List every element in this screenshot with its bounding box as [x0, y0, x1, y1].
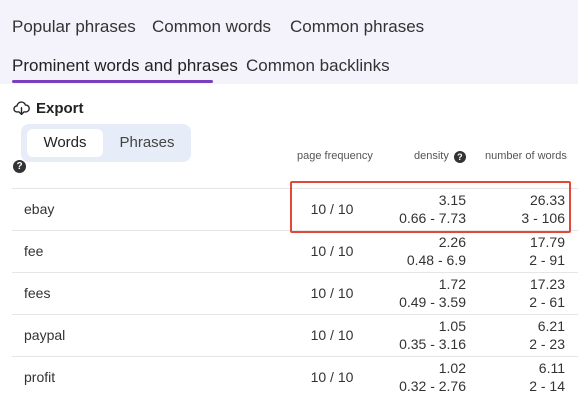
density-help-icon[interactable]: ?: [453, 151, 466, 163]
row-word: fees: [24, 285, 51, 301]
row-density: 1.72: [438, 276, 466, 292]
row-word: profit: [24, 369, 56, 385]
row-density: 1.02: [438, 360, 466, 376]
row-density: 1.05: [438, 318, 466, 334]
row-density-range: 0.35 - 3.16: [399, 336, 466, 352]
export-label: Export: [36, 99, 84, 117]
row-number-of-words: 17.79: [529, 234, 565, 250]
phrases-toggle-option[interactable]: Phrases: [109, 129, 185, 157]
row-density: 2.26: [438, 234, 466, 250]
words-toggle-option[interactable]: Words: [27, 129, 103, 157]
table-row: fees 10 / 10 1.72 0.49 - 3.59 17.23 2 - …: [12, 272, 578, 315]
row-density-range: 0.66 - 7.73: [399, 210, 466, 226]
row-words-range: 2 - 14: [529, 378, 565, 394]
column-header-page-frequency: page frequency: [297, 150, 373, 162]
row-word: paypal: [24, 327, 66, 343]
export-button[interactable]: Export: [13, 98, 84, 118]
words-phrases-toggle: Words Phrases: [21, 124, 191, 162]
column-header-density: density ?: [414, 150, 466, 163]
row-density: 3.15: [438, 192, 466, 208]
tab-popular-phrases[interactable]: Popular phrases: [12, 17, 136, 37]
row-page-frequency: 10 / 10: [310, 285, 354, 301]
density-header-label: density: [414, 150, 449, 162]
row-number-of-words: 6.11: [538, 360, 565, 376]
row-page-frequency: 10 / 10: [310, 369, 354, 385]
tab-common-words[interactable]: Common words: [152, 17, 271, 37]
tabs-bar: Popular phrases Common words Common phra…: [0, 0, 578, 84]
help-icon[interactable]: ?: [13, 160, 26, 173]
row-words-range: 2 - 91: [529, 252, 565, 268]
column-header-number-of-words: number of words: [485, 150, 567, 162]
row-density-range: 0.49 - 3.59: [399, 294, 466, 310]
tab-common-phrases[interactable]: Common phrases: [290, 17, 424, 37]
row-words-range: 2 - 61: [529, 294, 565, 310]
table-row: profit 10 / 10 1.02 0.32 - 2.76 6.11 2 -…: [12, 356, 578, 399]
table-row: paypal 10 / 10 1.05 0.35 - 3.16 6.21 2 -…: [12, 314, 578, 357]
tab-common-backlinks[interactable]: Common backlinks: [246, 56, 390, 76]
row-word: fee: [24, 243, 44, 259]
tab-prominent-words-and-phrases[interactable]: Prominent words and phrases: [12, 56, 238, 76]
active-tab-indicator: [12, 80, 213, 83]
row-number-of-words: 6.21: [537, 318, 565, 334]
table-row: ebay 10 / 10 3.15 0.66 - 7.73 26.33 3 - …: [12, 188, 578, 231]
row-number-of-words: 17.23: [529, 276, 565, 292]
row-word: ebay: [24, 201, 55, 217]
row-words-range: 3 - 106: [521, 210, 565, 226]
row-number-of-words: 26.33: [529, 192, 565, 208]
row-page-frequency: 10 / 10: [310, 327, 354, 343]
row-density-range: 0.48 - 6.9: [406, 252, 466, 268]
download-icon: [13, 100, 30, 115]
row-page-frequency: 10 / 10: [310, 243, 354, 259]
table-row: fee 10 / 10 2.26 0.48 - 6.9 17.79 2 - 91: [12, 230, 578, 273]
row-page-frequency: 10 / 10: [310, 201, 354, 217]
row-density-range: 0.32 - 2.76: [399, 378, 466, 394]
row-words-range: 2 - 23: [529, 336, 565, 352]
